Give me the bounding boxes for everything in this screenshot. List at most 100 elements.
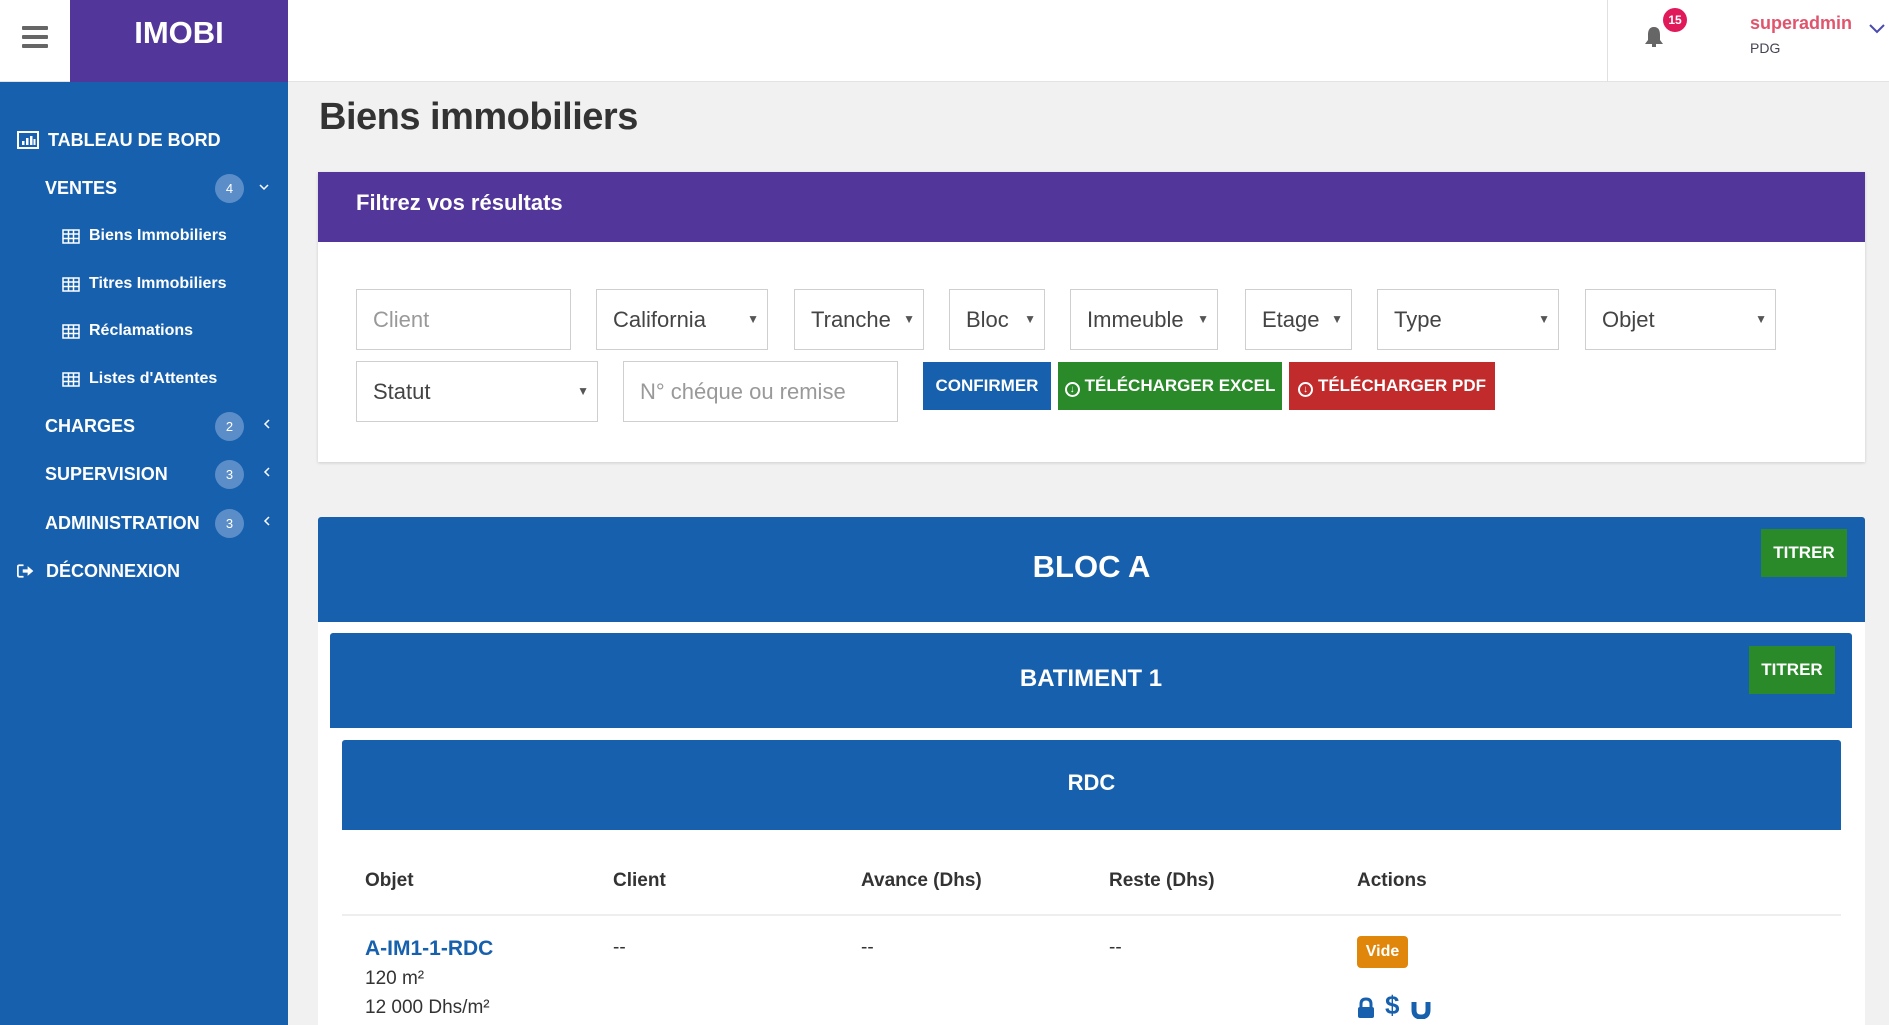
filter-card-title: Filtrez vos résultats [318,172,1865,242]
column-header-actions: Actions [1357,870,1427,891]
menu-toggle-icon[interactable] [22,26,48,48]
sidebar-item-administration[interactable]: ADMINISTRATION 3 [0,503,288,543]
client-input[interactable]: Client [356,289,571,350]
statut-select[interactable]: Statut ▼ [356,361,598,422]
count-badge: 3 [215,508,244,538]
sidebar-item-listes-attentes[interactable]: Listes d'Attentes [0,359,288,399]
cheque-input[interactable]: N° chéque ou remise [623,361,898,422]
caret-down-icon: ▼ [1538,312,1550,326]
etage-select[interactable]: Etage ▼ [1245,289,1352,350]
user-role: PDG [1750,40,1781,56]
sidebar-item-supervision[interactable]: SUPERVISION 3 [0,454,288,494]
sidebar-item-titres-immobiliers[interactable]: Titres Immobiliers [0,264,288,304]
caret-down-icon: ▼ [1331,312,1343,326]
sidebar-item-tableau-de-bord[interactable]: TABLEAU DE BORD [0,120,288,160]
objet-link[interactable]: A-IM1-1-RDC [365,937,493,961]
bloc-select[interactable]: Bloc ▼ [949,289,1045,350]
column-header-avance: Avance (Dhs) [861,870,982,891]
download-excel-label: TÉLÉCHARGER EXCEL [1084,376,1276,395]
sidebar-item-charges[interactable]: CHARGES 2 [0,406,288,446]
status-badge: Vide [1357,936,1408,968]
download-pdf-button[interactable]: ↓ TÉLÉCHARGER PDF [1289,362,1495,410]
sidebar-item-label: CHARGES [45,415,136,436]
sidebar-item-label: TABLEAU DE BORD [48,129,221,150]
sidebar-item-label: DÉCONNEXION [46,560,181,581]
caret-down-icon: ▼ [577,384,589,398]
objet-select[interactable]: Objet ▼ [1585,289,1776,350]
titrer-batiment-button[interactable]: TITRER [1749,646,1835,694]
bell-icon[interactable] [1644,26,1664,48]
type-select-value: Type [1394,307,1442,332]
sidebar-item-reclamations[interactable]: Réclamations [0,311,288,351]
download-excel-button[interactable]: ↓ TÉLÉCHARGER EXCEL [1058,362,1282,410]
sidebar-item-label: ADMINISTRATION [45,512,200,533]
type-select[interactable]: Type ▼ [1377,289,1559,350]
header-divider [1607,0,1608,82]
projet-select[interactable]: California ▼ [596,289,768,350]
objet-prix-m2: 12 000 Dhs/m² [365,997,490,1018]
immeuble-select[interactable]: Immeuble ▼ [1070,289,1218,350]
sidebar-item-label: SUPERVISION [45,463,168,484]
count-badge: 2 [215,411,244,441]
column-header-objet: Objet [365,870,414,891]
bar-chart-icon [17,131,39,149]
table-icon [62,228,80,244]
projet-select-value: California [613,307,706,332]
chevron-left-icon [263,516,270,526]
batiment-panel: BATIMENT 1 TITRER [330,633,1852,728]
sidebar-item-biens-immobiliers[interactable]: Biens Immobiliers [0,216,288,256]
table-icon [62,371,80,387]
etage-title: RDC [1067,770,1116,795]
download-icon: ↓ [1064,382,1080,397]
user-name[interactable]: superadmin [1750,13,1852,34]
count-badge: 3 [215,459,244,489]
table-icon [62,276,80,292]
chevron-left-icon [263,467,270,477]
sidebar-item-label: Titres Immobiliers [89,275,227,292]
etage-panel: RDC [342,740,1841,830]
etage-select-value: Etage [1262,307,1320,332]
chevron-down-icon[interactable] [1868,22,1886,36]
table-header-divider [342,914,1841,916]
caret-down-icon: ▼ [1755,312,1767,326]
tranche-select[interactable]: Tranche ▼ [794,289,924,350]
column-header-client: Client [613,870,666,891]
bloc-select-value: Bloc [966,307,1009,332]
sidebar-item-label: VENTES [45,177,118,198]
download-icon: ↓ [1297,382,1313,397]
statut-select-value: Statut [373,379,431,404]
magnet-icon[interactable] [1411,997,1431,1019]
sign-out-icon [17,564,34,578]
immeuble-select-value: Immeuble [1087,307,1184,332]
objet-surface: 120 m² [365,968,425,989]
avance-cell: -- [861,937,874,958]
bloc-panel: BLOC A TITRER [318,517,1865,622]
column-header-reste: Reste (Dhs) [1109,870,1215,891]
titrer-bloc-button[interactable]: TITRER [1761,529,1847,577]
count-badge: 4 [215,173,244,203]
lock-icon[interactable] [1357,997,1375,1019]
dollar-icon[interactable]: $ [1385,990,1399,1021]
caret-down-icon: ▼ [1024,312,1036,326]
caret-down-icon: ▼ [903,312,915,326]
reste-cell: -- [1109,937,1122,958]
app-logo[interactable]: IMOBI [70,0,288,82]
tranche-select-value: Tranche [811,307,891,332]
page-title: Biens immobiliers [319,96,638,138]
batiment-title: BATIMENT 1 [1019,665,1163,692]
sidebar: TABLEAU DE BORD VENTES 4 Biens Immobilie… [0,82,288,1025]
sidebar-item-label: Réclamations [89,322,194,339]
chevron-left-icon [263,419,270,429]
objet-select-value: Objet [1602,307,1655,332]
caret-down-icon: ▼ [747,312,759,326]
table-icon [62,323,80,339]
sidebar-item-ventes[interactable]: VENTES 4 [0,168,288,208]
confirm-button[interactable]: CONFIRMER [923,362,1051,410]
sidebar-item-label: Biens Immobiliers [89,227,227,244]
download-pdf-label: TÉLÉCHARGER PDF [1317,376,1487,395]
chevron-down-icon [259,184,269,191]
notification-badge: 15 [1663,8,1687,32]
top-header: IMOBI 15 superadmin PDG [0,0,1889,82]
sidebar-item-deconnexion[interactable]: DÉCONNEXION [0,551,288,591]
bloc-title: BLOC A [1032,549,1151,584]
